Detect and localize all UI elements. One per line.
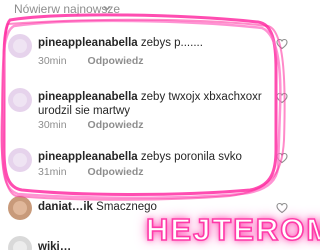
- comment-meta: 30min Odpowiedz: [38, 55, 144, 67]
- avatar[interactable]: [8, 196, 32, 220]
- comment-username[interactable]: pineappleanabella: [38, 37, 138, 49]
- reply-button[interactable]: Odpowiedz: [88, 166, 144, 178]
- avatar[interactable]: [8, 88, 32, 112]
- comment-username[interactable]: pineappleanabella: [38, 91, 138, 103]
- comment-time: 31min: [38, 166, 67, 178]
- comment-text: pineappleanabella zebys poronila svko: [38, 150, 266, 164]
- avatar[interactable]: [8, 148, 32, 172]
- comment-time: 30min: [38, 55, 67, 67]
- reply-button[interactable]: Odpowiedz: [88, 119, 144, 131]
- heart-outline-icon[interactable]: [276, 38, 288, 50]
- avatar[interactable]: [8, 236, 32, 250]
- comment-meta: 31min Odpowiedz: [38, 166, 144, 178]
- hejterom-sticker: HEJTEROM: [145, 211, 320, 248]
- avatar[interactable]: [8, 34, 32, 58]
- comment-body: zebys p.......: [140, 37, 203, 49]
- comment-sort-selector[interactable]: Nówierw najnowsze: [0, 0, 300, 18]
- comment-time: 30min: [38, 119, 67, 131]
- comment-username[interactable]: daniat…ik: [38, 201, 93, 213]
- comment-username[interactable]: pineappleanabella: [38, 151, 138, 163]
- comment-body: zebys poronila svko: [140, 151, 242, 163]
- comment-username[interactable]: wiki…: [38, 241, 71, 250]
- chevron-down-icon: [103, 6, 111, 11]
- heart-outline-icon[interactable]: [276, 152, 288, 164]
- reply-button[interactable]: Odpowiedz: [88, 55, 144, 67]
- comment-meta: 30min Odpowiedz: [38, 119, 144, 131]
- comment-text: pineappleanabella zeby twxojx xbxachxoxr…: [38, 90, 266, 118]
- heart-outline-icon[interactable]: [276, 92, 288, 104]
- comment-text: pineappleanabella zebys p.......: [38, 36, 266, 50]
